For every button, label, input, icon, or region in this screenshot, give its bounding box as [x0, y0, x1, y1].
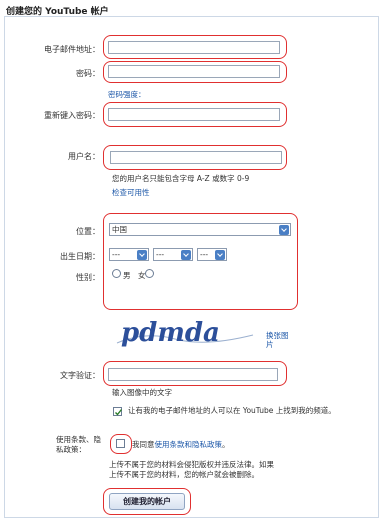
- allow-find-text: 让有我的电子邮件地址的人可以在 YouTube 上找到我的频道。: [128, 406, 336, 415]
- username-hint: 您的用户名只能包含字母 A-Z 或数字 0-9: [112, 174, 250, 183]
- location-label: 位置：: [76, 227, 100, 236]
- terms-agree-prefix: 我同意: [132, 440, 155, 449]
- chevron-down-icon: [215, 250, 225, 260]
- word-verify-hint: 输入图像中的文字: [112, 388, 172, 397]
- birth-year-select[interactable]: ---: [197, 248, 227, 261]
- password-field[interactable]: [108, 65, 280, 78]
- password-confirm-field[interactable]: [108, 108, 280, 121]
- terms-warning: 上传不属于您的材料会侵犯版权并违反法律。如果上传不属于您的材料，您的帐户就会被删…: [109, 460, 274, 479]
- captcha-text: pdmda: [121, 318, 220, 348]
- chevron-down-icon: [279, 225, 289, 235]
- chevron-down-icon: [137, 250, 147, 260]
- birth-day-value: ---: [156, 250, 165, 259]
- birth-year-value: ---: [200, 250, 209, 259]
- username-label: 用户名：: [68, 152, 100, 161]
- gender-male-radio[interactable]: [112, 269, 121, 278]
- gender-label: 性别：: [76, 273, 100, 282]
- password-confirm-label: 重新键入密码：: [44, 111, 100, 120]
- terms-agree-suffix: 。: [222, 440, 230, 449]
- location-select[interactable]: 中国: [109, 223, 291, 236]
- gender-female-radio[interactable]: [145, 269, 154, 278]
- chevron-down-icon: [181, 250, 191, 260]
- birthdate-label: 出生日期：: [60, 252, 100, 261]
- birth-day-select[interactable]: ---: [153, 248, 193, 261]
- word-verify-field[interactable]: [108, 368, 278, 381]
- password-label: 密码：: [76, 69, 100, 78]
- terms-label: 使用条款、隐私政策：: [56, 435, 101, 454]
- terms-checkbox[interactable]: [116, 439, 125, 448]
- birth-month-select[interactable]: ---: [109, 248, 149, 261]
- terms-link[interactable]: 使用条款和隐私政策: [155, 440, 223, 449]
- username-field[interactable]: [110, 151, 282, 164]
- email-field[interactable]: [108, 41, 280, 54]
- check-availability-link[interactable]: 检查可用性: [112, 187, 150, 198]
- create-account-button[interactable]: 创建我的帐户: [109, 493, 185, 510]
- email-label: 电子邮件地址：: [44, 45, 100, 54]
- location-value: 中国: [112, 225, 127, 234]
- allow-find-checkbox[interactable]: [113, 407, 123, 416]
- birth-month-value: ---: [112, 250, 121, 259]
- word-verify-label: 文字验证：: [60, 371, 100, 380]
- gender-male-label: 男: [123, 271, 131, 280]
- captcha-image: pdmda: [115, 313, 255, 351]
- password-strength-link[interactable]: 密码强度：: [108, 89, 146, 100]
- terms-agree-text: 我同意使用条款和隐私政策。: [132, 439, 230, 450]
- change-image-link[interactable]: 换张图片: [266, 331, 292, 349]
